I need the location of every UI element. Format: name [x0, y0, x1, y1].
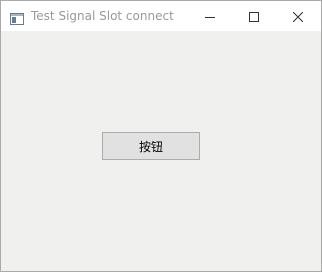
minimize-button[interactable]	[187, 1, 233, 31]
app-window-icon	[10, 10, 24, 25]
maximize-button[interactable]	[231, 1, 277, 31]
maximize-icon	[249, 7, 259, 26]
minimize-icon	[205, 7, 215, 26]
push-button[interactable]: 按钮	[102, 132, 200, 160]
window-client-area: 按钮	[1, 31, 321, 271]
close-icon	[292, 7, 304, 26]
title-bar[interactable]: Test Signal Slot connect	[1, 1, 321, 31]
window-title: Test Signal Slot connect	[31, 9, 174, 23]
close-button[interactable]	[275, 1, 321, 31]
app-window: Test Signal Slot connect 按钮	[0, 0, 322, 272]
